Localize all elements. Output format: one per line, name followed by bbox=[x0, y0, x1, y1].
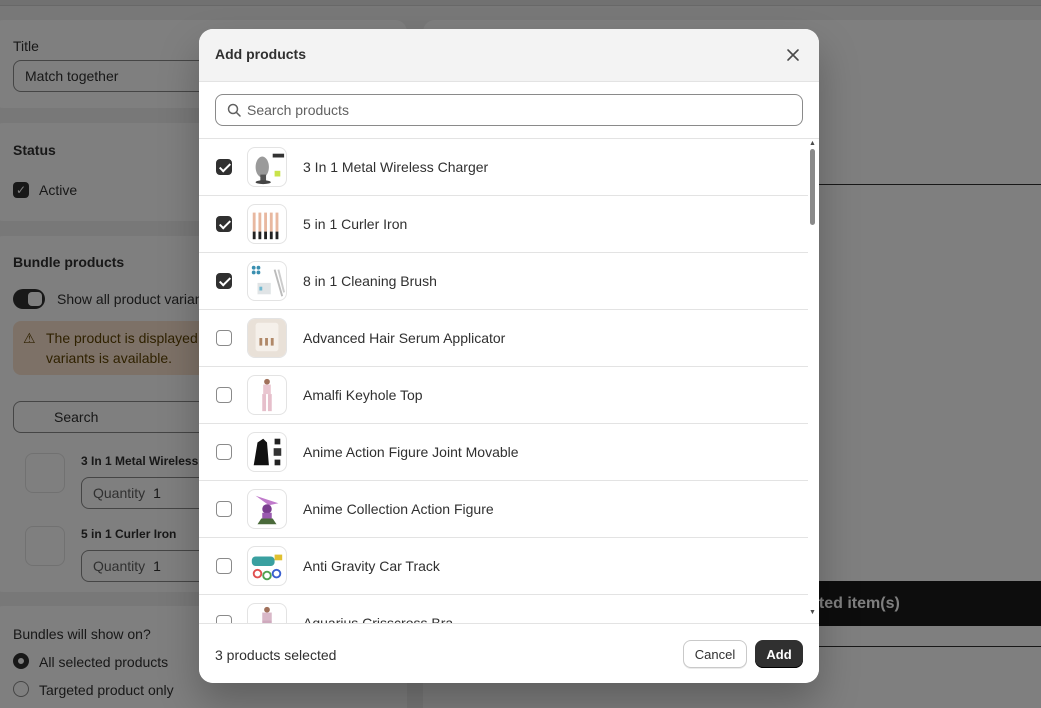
product-checkbox[interactable] bbox=[216, 159, 232, 175]
product-name: 5 in 1 Curler Iron bbox=[303, 216, 408, 232]
product-checkbox[interactable] bbox=[216, 501, 232, 517]
product-name: Anti Gravity Car Track bbox=[303, 558, 440, 574]
scroll-thumb[interactable] bbox=[810, 149, 815, 225]
product-thumbnail bbox=[247, 318, 287, 358]
product-thumbnail bbox=[247, 261, 287, 301]
product-name: 3 In 1 Metal Wireless Charger bbox=[303, 159, 489, 175]
product-thumbnail bbox=[247, 489, 287, 529]
product-checkbox[interactable] bbox=[216, 387, 232, 403]
product-row[interactable]: Aquarius Crisscross Bra bbox=[199, 595, 808, 623]
search-products-input[interactable] bbox=[247, 95, 787, 125]
search-section bbox=[199, 82, 819, 139]
product-row[interactable]: 3 In 1 Metal Wireless Charger bbox=[199, 139, 808, 196]
modal-footer: 3 products selected Cancel Add bbox=[199, 623, 819, 683]
product-checkbox[interactable] bbox=[216, 558, 232, 574]
product-row[interactable]: Advanced Hair Serum Applicator bbox=[199, 310, 808, 367]
search-icon bbox=[227, 103, 241, 117]
product-thumbnail bbox=[247, 147, 287, 187]
product-checkbox[interactable] bbox=[216, 330, 232, 346]
product-row[interactable]: Amalfi Keyhole Top bbox=[199, 367, 808, 424]
list-scrollbar[interactable]: ▲ ▼ bbox=[807, 140, 819, 623]
product-row[interactable]: 5 in 1 Curler Iron bbox=[199, 196, 808, 253]
search-box[interactable] bbox=[215, 94, 803, 126]
product-list: 3 In 1 Metal Wireless Charger 5 in 1 Curl… bbox=[199, 139, 819, 623]
product-checkbox[interactable] bbox=[216, 615, 232, 623]
product-name: Anime Action Figure Joint Movable bbox=[303, 444, 519, 460]
product-row[interactable]: Anti Gravity Car Track bbox=[199, 538, 808, 595]
product-thumbnail bbox=[247, 432, 287, 472]
product-checkbox[interactable] bbox=[216, 216, 232, 232]
scroll-up-arrow-icon[interactable]: ▲ bbox=[809, 140, 816, 147]
close-icon[interactable] bbox=[781, 43, 805, 67]
selected-count: 3 products selected bbox=[215, 647, 337, 663]
product-name: Aquarius Crisscross Bra bbox=[303, 615, 454, 623]
product-thumbnail bbox=[247, 546, 287, 586]
product-row[interactable]: 8 in 1 Cleaning Brush bbox=[199, 253, 808, 310]
cancel-button[interactable]: Cancel bbox=[683, 640, 747, 668]
scroll-down-arrow-icon[interactable]: ▼ bbox=[809, 609, 816, 616]
modal-header: Add products bbox=[199, 29, 819, 82]
product-checkbox[interactable] bbox=[216, 444, 232, 460]
product-name: Amalfi Keyhole Top bbox=[303, 387, 423, 403]
product-name: Anime Collection Action Figure bbox=[303, 501, 494, 517]
product-thumbnail bbox=[247, 375, 287, 415]
product-name: 8 in 1 Cleaning Brush bbox=[303, 273, 437, 289]
add-products-modal: Add products 3 In 1 Metal Wireless Charg… bbox=[199, 29, 819, 683]
add-button[interactable]: Add bbox=[755, 640, 803, 668]
modal-title: Add products bbox=[215, 46, 306, 62]
product-thumbnail bbox=[247, 603, 287, 623]
product-checkbox[interactable] bbox=[216, 273, 232, 289]
product-name: Advanced Hair Serum Applicator bbox=[303, 330, 506, 346]
product-thumbnail bbox=[247, 204, 287, 244]
product-row[interactable]: Anime Action Figure Joint Movable bbox=[199, 424, 808, 481]
product-row[interactable]: Anime Collection Action Figure bbox=[199, 481, 808, 538]
